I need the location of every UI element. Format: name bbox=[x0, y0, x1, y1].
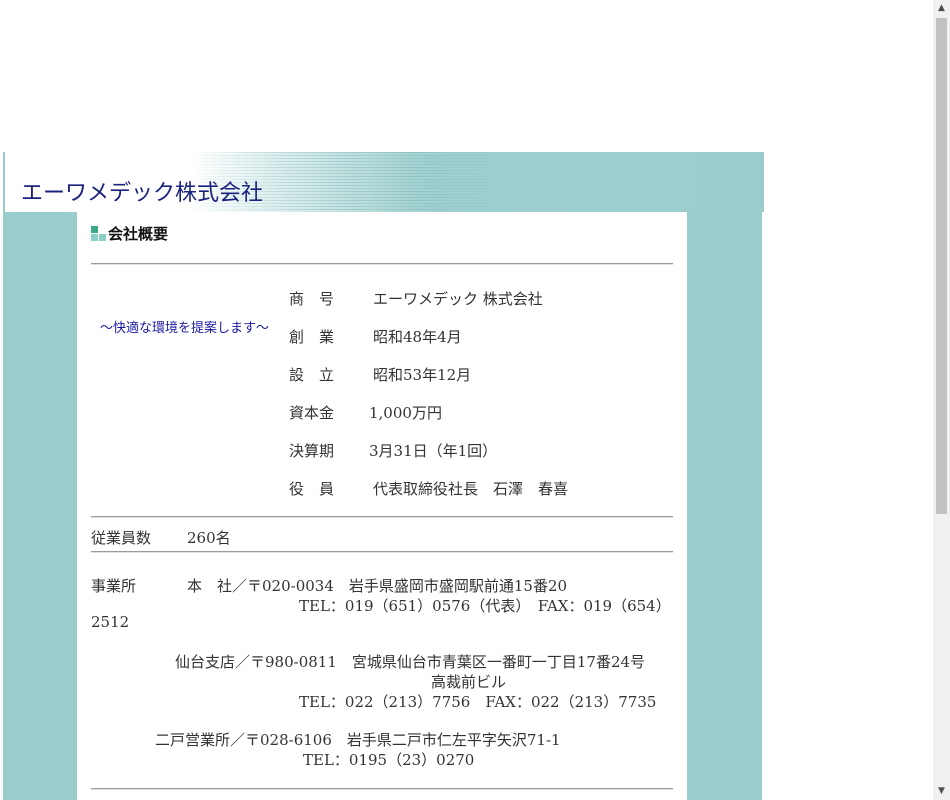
profile-value: 1,000万円 bbox=[369, 404, 442, 422]
profile-row-officers: 役 員 代表取締役社長 石澤 春喜 bbox=[289, 478, 568, 499]
sendai-tel: TEL：022（213）7756 FAX：022（213）7735 bbox=[299, 693, 657, 711]
right-side-panel bbox=[687, 212, 762, 800]
profile-value: 代表取締役社長 石澤 春喜 bbox=[373, 480, 569, 498]
scrollbar-thumb[interactable] bbox=[936, 18, 947, 514]
profile-label: 資本金 bbox=[289, 404, 335, 422]
profile-label: 役 員 bbox=[289, 480, 335, 498]
main-content: 会社概要 ～快適な環境を提案します～ 商 号エーワメデック 株式会社 創 業昭和… bbox=[77, 212, 687, 800]
profile-value: エーワメデック 株式会社 bbox=[373, 290, 543, 308]
profile-value: 昭和53年12月 bbox=[373, 366, 472, 384]
divider-employees bbox=[91, 551, 673, 553]
employees-label: 従業員数 bbox=[91, 529, 152, 547]
scroll-down-icon[interactable]: ▼ bbox=[933, 783, 950, 800]
offices-label: 事業所 bbox=[91, 577, 137, 595]
profile-row-capital: 資本金 1,000万円 bbox=[289, 402, 442, 423]
left-side-panel bbox=[3, 212, 77, 800]
company-logo[interactable]: エーワメデック株式会社 bbox=[21, 175, 263, 207]
ninohe-tel: TEL：0195（23）0270 bbox=[303, 751, 475, 769]
profile-value: 昭和48年4月 bbox=[373, 328, 462, 346]
profile-row-established: 設 立 昭和53年12月 bbox=[289, 364, 471, 385]
profile-label: 決算期 bbox=[289, 442, 335, 460]
sendai-building: 高裁前ビル bbox=[431, 673, 507, 691]
section-title: 会社概要 bbox=[91, 225, 168, 243]
header-banner: エーワメデック株式会社 bbox=[3, 152, 764, 212]
divider-profile bbox=[91, 516, 673, 518]
profile-row-founded: 創 業 昭和48年4月 bbox=[289, 326, 462, 347]
divider-top bbox=[91, 263, 673, 265]
profile-value: 3月31日（年1回） bbox=[369, 442, 498, 460]
head-office-address: 本 社／〒020-0034 岩手県盛岡市盛岡駅前通15番20 bbox=[187, 577, 568, 595]
scroll-up-icon[interactable]: ▲ bbox=[933, 0, 950, 17]
profile-label: 設 立 bbox=[289, 366, 335, 384]
banner-edge bbox=[3, 152, 5, 212]
profile-row-name: 商 号 エーワメデック 株式会社 bbox=[289, 288, 543, 309]
tagline: ～快適な環境を提案します～ bbox=[100, 321, 270, 336]
profile-label: 商 号 bbox=[289, 290, 335, 308]
vertical-scrollbar[interactable]: ▲ ▼ bbox=[933, 0, 950, 800]
employees-value: 260名 bbox=[187, 529, 231, 547]
divider-bottom bbox=[91, 788, 673, 790]
head-office-tel-cont: 2512 bbox=[91, 613, 130, 631]
squares-icon bbox=[91, 226, 107, 242]
ninohe-address: 二戸営業所／〒028-6106 岩手県二戸市仁左平字矢沢71-1 bbox=[155, 731, 561, 749]
employees-row: 従業員数 260名 bbox=[91, 527, 231, 548]
head-office-tel: TEL：019（651）0576（代表） FAX：019（654） bbox=[299, 597, 671, 615]
profile-label: 創 業 bbox=[289, 328, 335, 346]
profile-row-fiscal: 決算期 3月31日（年1回） bbox=[289, 440, 497, 461]
sendai-address: 仙台支店／〒980-0811 宮城県仙台市青葉区一番町一丁目17番24号 bbox=[175, 653, 646, 671]
section-title-text: 会社概要 bbox=[108, 225, 169, 243]
